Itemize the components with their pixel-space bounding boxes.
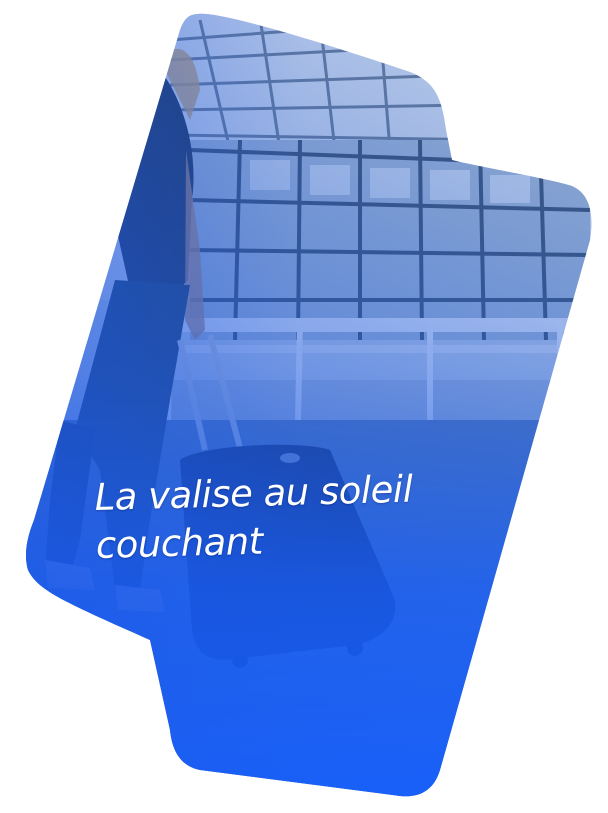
photo-card: La valise au soleil couchant (0, 0, 608, 813)
card-caption: La valise au soleil couchant (94, 467, 413, 567)
card-image (26, 13, 592, 797)
